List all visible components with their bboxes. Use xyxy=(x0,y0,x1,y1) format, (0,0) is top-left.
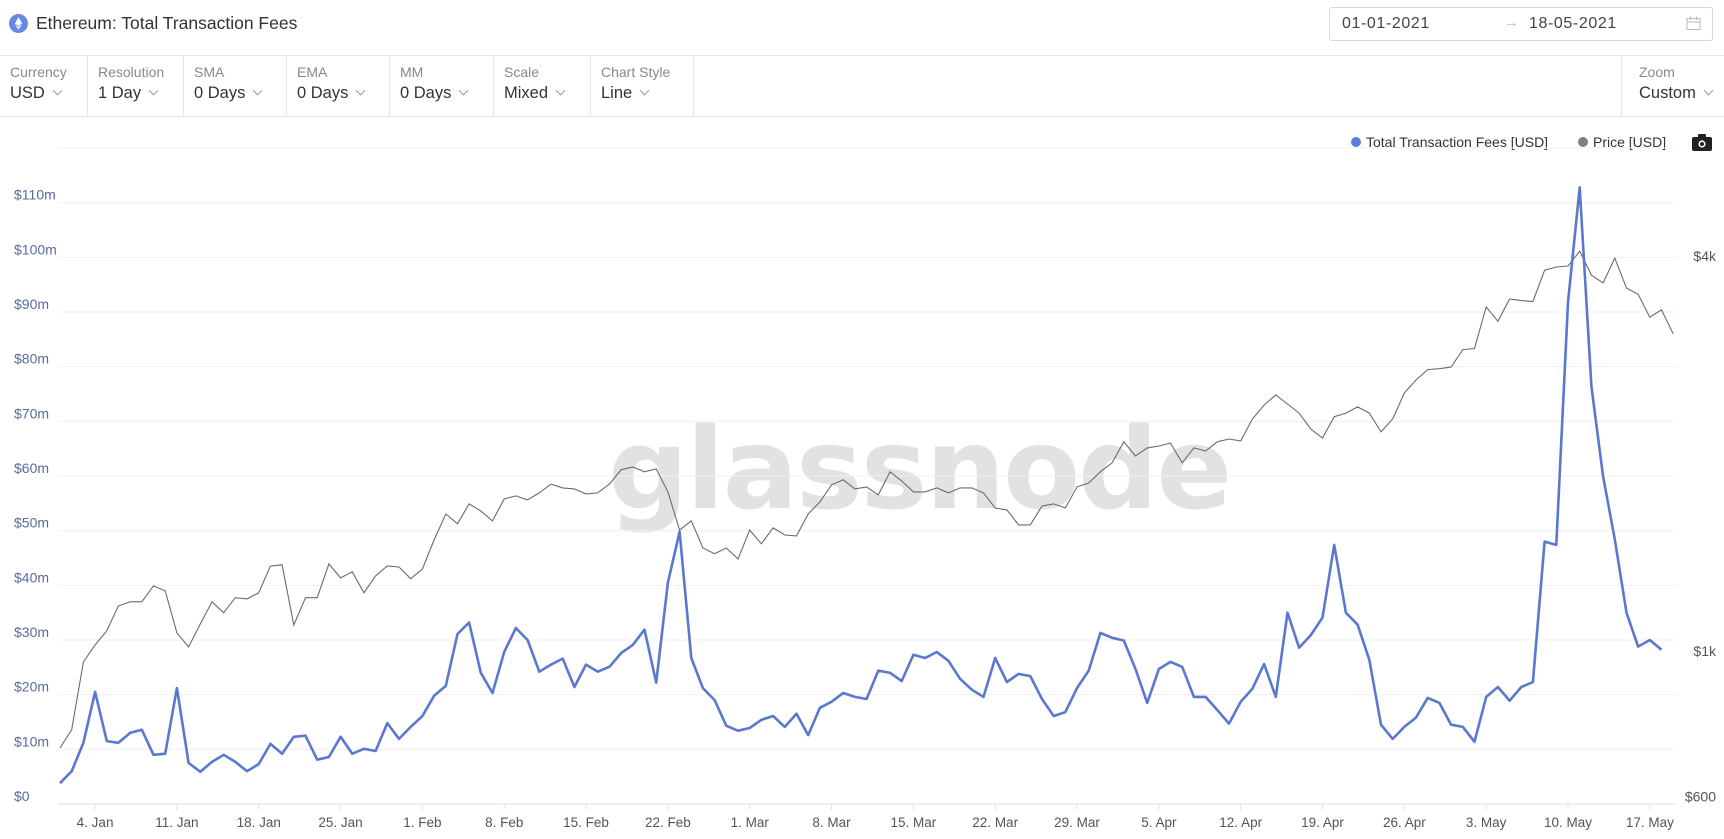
left-axis-tick-label: $100m xyxy=(14,241,57,257)
left-axis-tick-label: $110m xyxy=(14,187,56,203)
x-axis-tick-label: 19. Apr xyxy=(1301,815,1344,830)
x-axis-tick-label: 15. Feb xyxy=(563,815,609,830)
fees-series-line xyxy=(59,186,1663,785)
x-axis-tick-label: 17. May xyxy=(1626,815,1674,830)
x-axis-tick-label: 3. May xyxy=(1466,815,1507,830)
left-axis-tick-label: $20m xyxy=(14,679,49,695)
right-axis-tick-label: $1k xyxy=(1693,643,1717,659)
x-axis-tick-label: 15. Mar xyxy=(890,815,936,830)
left-axis-tick-label: $40m xyxy=(14,569,49,585)
left-axis-tick-label: $10m xyxy=(14,733,49,749)
right-axis-tick-label: $600 xyxy=(1685,788,1716,804)
x-axis-tick-label: 5. Apr xyxy=(1141,815,1177,830)
left-axis-tick-label: $60m xyxy=(14,460,49,476)
x-axis-tick-label: 25. Jan xyxy=(318,815,362,830)
x-axis-tick-label: 8. Mar xyxy=(812,815,851,830)
right-axis: $600 $1k $4k xyxy=(1685,248,1717,804)
x-axis-tick-label: 29. Mar xyxy=(1054,815,1100,830)
right-axis-tick-label: $4k xyxy=(1693,248,1717,264)
x-axis-tick-label: 12. Apr xyxy=(1219,815,1262,830)
left-axis-tick-label: $90m xyxy=(14,296,49,312)
x-axis-tick-label: 4. Jan xyxy=(77,815,114,830)
price-series-line xyxy=(59,250,1674,749)
x-axis-tick-label: 18. Jan xyxy=(237,815,281,830)
x-axis-tick-label: 11. Jan xyxy=(155,815,198,830)
left-axis-tick-label: $30m xyxy=(14,624,49,640)
gridlines xyxy=(58,147,1675,805)
x-axis-tick-label: 10. May xyxy=(1544,815,1592,830)
left-axis-tick-label: $0 xyxy=(14,788,30,804)
left-axis-tick-label: $70m xyxy=(14,405,49,421)
left-axis-tick-label: $80m xyxy=(14,351,49,367)
x-axis-tick-label: 22. Mar xyxy=(972,815,1018,830)
x-axis-tick-label: 26. Apr xyxy=(1383,815,1426,830)
x-axis-tick-label: 1. Feb xyxy=(403,815,441,830)
left-axis-tick-label: $50m xyxy=(14,515,49,531)
x-axis-tick-label: 22. Feb xyxy=(645,815,691,830)
x-axis-tick-label: 1. Mar xyxy=(731,815,770,830)
x-axis: 4. Jan 11. Jan 18. Jan 25. Jan 1. Feb 8. Feb 1… xyxy=(77,804,1674,830)
x-axis-tick-label: 8. Feb xyxy=(485,815,523,830)
left-axis: $0 $10m $20m $30m $40m $50m $60m $70m $80m $90m $1… xyxy=(14,187,57,804)
chart-canvas: $0 $10m $20m $30m $40m $50m $60m $70m $80m $90m $1… xyxy=(14,147,1717,830)
